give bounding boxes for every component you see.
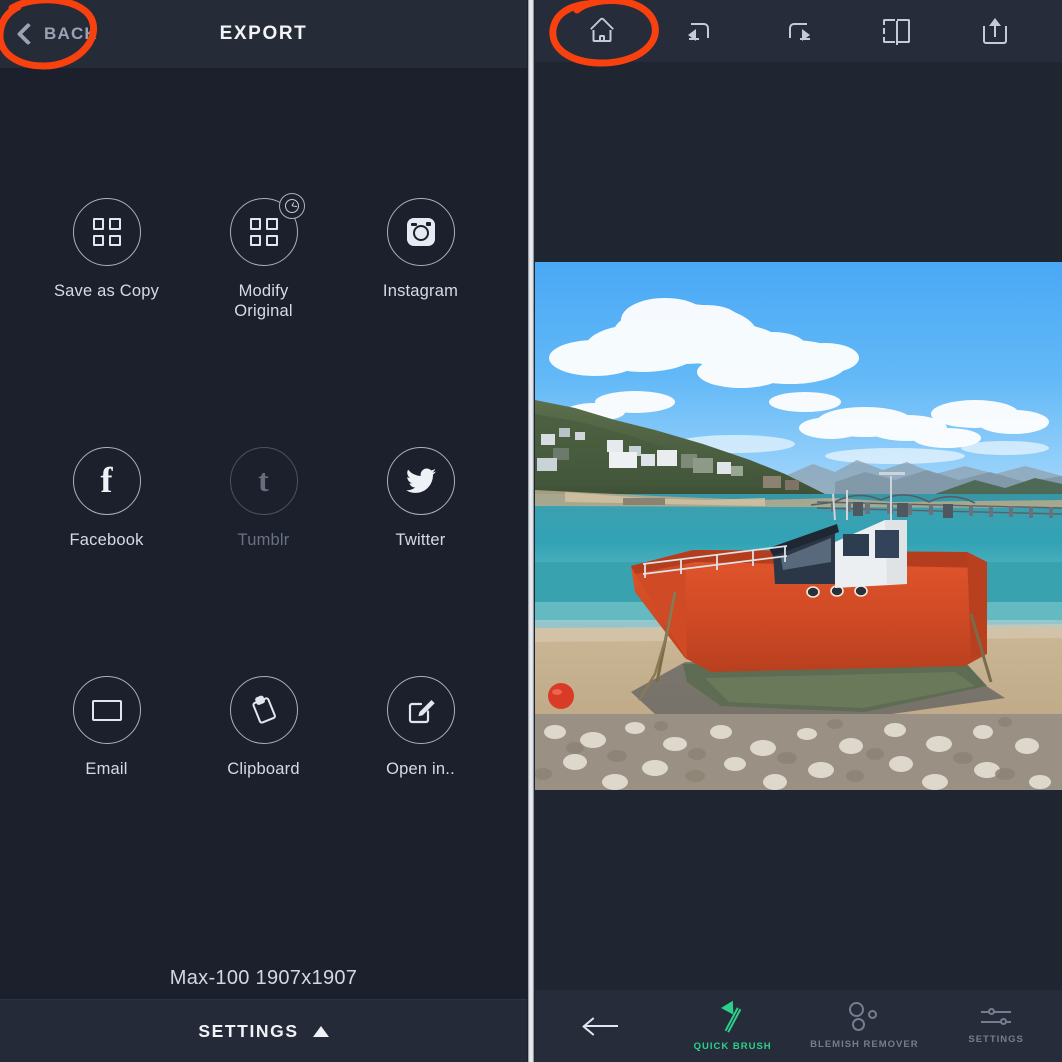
redo-arrow-icon (785, 19, 811, 43)
export-option-label: Twitter (396, 530, 446, 550)
option-circle (230, 198, 298, 266)
export-panel: BACK EXPORT Save as Copy (0, 0, 527, 1062)
settings-expand-bar[interactable]: SETTINGS (0, 999, 527, 1062)
export-option-label: Open in.. (386, 759, 455, 779)
export-options-area: Save as Copy Modify Original (0, 68, 527, 942)
grid-squares-icon (93, 218, 121, 246)
brush-icon (716, 1000, 750, 1034)
export-option-twitter[interactable]: Twitter (342, 447, 499, 550)
export-option-label: Email (85, 759, 127, 779)
export-option-label: Tumblr (238, 530, 290, 550)
option-circle (73, 198, 141, 266)
export-status-text: Max-100 1907x1907 (0, 967, 527, 990)
option-circle: f (73, 447, 141, 515)
undo-button[interactable] (676, 11, 724, 51)
tumblr-t-icon: t (258, 464, 269, 496)
share-upload-icon (983, 18, 1007, 44)
export-option-open-in[interactable]: Open in.. (342, 676, 499, 779)
redo-button[interactable] (774, 11, 822, 51)
twitter-bird-icon (406, 468, 436, 494)
tool-blemish-remover[interactable]: BLEMISH REMOVER (799, 990, 931, 1062)
edited-photo[interactable] (535, 262, 1062, 790)
split-compare-icon (883, 19, 911, 43)
export-option-label-line2: Original (234, 302, 292, 320)
share-button[interactable] (971, 11, 1019, 51)
page-title: EXPORT (0, 23, 527, 45)
editor-topbar (535, 0, 1062, 62)
tool-label: SETTINGS (968, 1034, 1024, 1045)
option-circle (387, 447, 455, 515)
tool-label: QUICK BRUSH (694, 1041, 772, 1052)
tool-label: BLEMISH REMOVER (810, 1039, 918, 1050)
export-topbar: BACK EXPORT (0, 0, 527, 68)
compare-button[interactable] (873, 11, 921, 51)
undo-arrow-icon (687, 19, 713, 43)
back-arrow-icon (581, 1015, 621, 1037)
settings-bar-label: SETTINGS (198, 1021, 298, 1042)
export-option-tumblr[interactable]: t Tumblr (185, 447, 342, 550)
export-option-label: Clipboard (227, 759, 299, 779)
clock-icon (279, 193, 305, 219)
export-option-facebook[interactable]: f Facebook (28, 447, 185, 550)
export-option-clipboard[interactable]: Clipboard (185, 676, 342, 779)
export-option-save-as-copy[interactable]: Save as Copy (28, 198, 185, 321)
sliders-icon (981, 1007, 1011, 1027)
screenshot-root: BACK EXPORT Save as Copy (0, 0, 1062, 1062)
envelope-icon (92, 700, 122, 721)
grid-squares-icon (250, 218, 278, 246)
blemish-circles-icon (847, 1002, 881, 1032)
export-options-grid: Save as Copy Modify Original (0, 198, 527, 779)
home-button[interactable] (578, 11, 626, 51)
export-option-label: Instagram (383, 281, 458, 301)
editor-back-button[interactable] (535, 990, 667, 1062)
home-icon (589, 19, 615, 43)
export-option-instagram[interactable]: Instagram (342, 198, 499, 321)
option-circle (230, 676, 298, 744)
photo-stage (535, 62, 1062, 990)
export-option-label-line1: Modify (239, 282, 289, 300)
caret-up-icon (313, 1026, 329, 1037)
instagram-camera-icon (407, 218, 435, 246)
option-circle: t (230, 447, 298, 515)
option-circle (73, 676, 141, 744)
facebook-f-icon: f (101, 462, 113, 498)
tool-settings[interactable]: SETTINGS (930, 990, 1062, 1062)
editor-bottombar: QUICK BRUSH BLEMISH REMOVER SETTINGS (535, 990, 1062, 1062)
export-option-email[interactable]: Email (28, 676, 185, 779)
photo-artwork (535, 262, 1062, 790)
open-in-external-icon (406, 695, 436, 725)
clipboard-icon (249, 694, 279, 726)
export-option-label: Save as Copy (54, 281, 159, 301)
option-circle (387, 198, 455, 266)
tool-quick-brush[interactable]: QUICK BRUSH (667, 990, 799, 1062)
option-circle (387, 676, 455, 744)
export-option-modify-original[interactable]: Modify Original (185, 198, 342, 321)
export-option-label: Facebook (69, 530, 143, 550)
panel-divider (527, 0, 535, 1062)
export-option-label: Modify Original (234, 281, 292, 321)
editor-panel: QUICK BRUSH BLEMISH REMOVER SETTINGS (535, 0, 1062, 1062)
